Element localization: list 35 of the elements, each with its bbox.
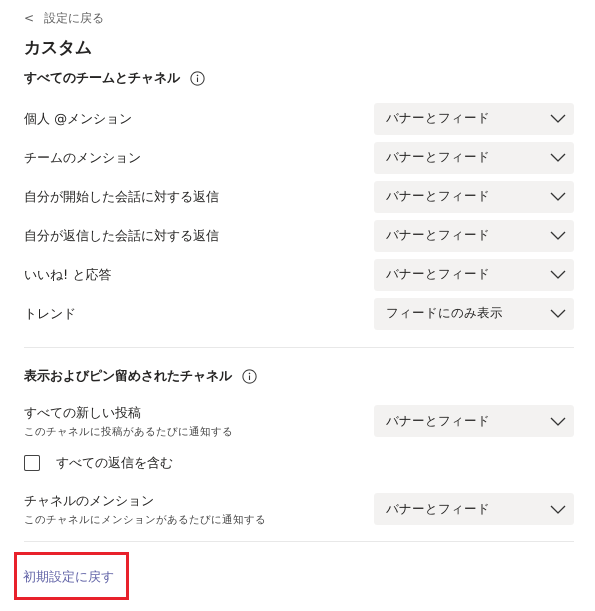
- setting-label: チームのメンション: [24, 150, 141, 166]
- chevron-down-icon: [550, 504, 566, 514]
- back-link[interactable]: < 設定に戻る: [24, 8, 574, 28]
- section-heading: すべてのチームとチャネル: [24, 70, 180, 87]
- chevron-down-icon: [550, 114, 566, 123]
- chevron-down-icon: [550, 231, 566, 240]
- setting-label: すべての新しい投稿: [24, 404, 142, 422]
- chevron-down-icon: [550, 309, 566, 318]
- setting-description: このチャネルにメンションがあるたびに通知する: [24, 512, 266, 526]
- checkbox-label: すべての返信を含む: [56, 455, 173, 472]
- chevron-down-icon: [550, 153, 566, 162]
- dropdown[interactable]: バナーとフィード: [374, 258, 574, 290]
- info-icon[interactable]: [242, 368, 257, 384]
- chevron-down-icon: [550, 270, 566, 279]
- setting-label: トレンド: [24, 306, 76, 322]
- dropdown[interactable]: バナーとフィード: [374, 180, 574, 212]
- setting-label: 自分が返信した会話に対する返信: [24, 228, 219, 244]
- dropdown[interactable]: フィードにのみ表示: [374, 298, 574, 330]
- dropdown[interactable]: バナーとフィード: [374, 102, 574, 134]
- section-heading: 表示およびピン留めされたチャネル: [24, 368, 232, 385]
- setting-description: このチャネルに投稿があるたびに通知する: [24, 424, 233, 438]
- checkbox[interactable]: [24, 455, 40, 471]
- dropdown[interactable]: バナーとフィード: [374, 220, 574, 252]
- info-icon[interactable]: [190, 70, 205, 86]
- reset-link[interactable]: 初期設定に戻す: [21, 570, 114, 585]
- page-title: カスタム: [24, 37, 93, 60]
- dropdown[interactable]: バナーとフィード: [374, 142, 574, 174]
- chevron-down-icon: [550, 192, 566, 201]
- setting-label: いいね! と応答: [24, 266, 112, 284]
- setting-label: 自分が開始した会話に対する返信: [24, 188, 219, 206]
- dropdown[interactable]: バナーとフィード: [374, 493, 574, 525]
- dropdown[interactable]: バナーとフィード: [374, 405, 574, 437]
- setting-label: 個人 @メンション: [24, 110, 132, 128]
- setting-label: チャネルのメンション: [24, 492, 155, 510]
- chevron-down-icon: [550, 416, 566, 426]
